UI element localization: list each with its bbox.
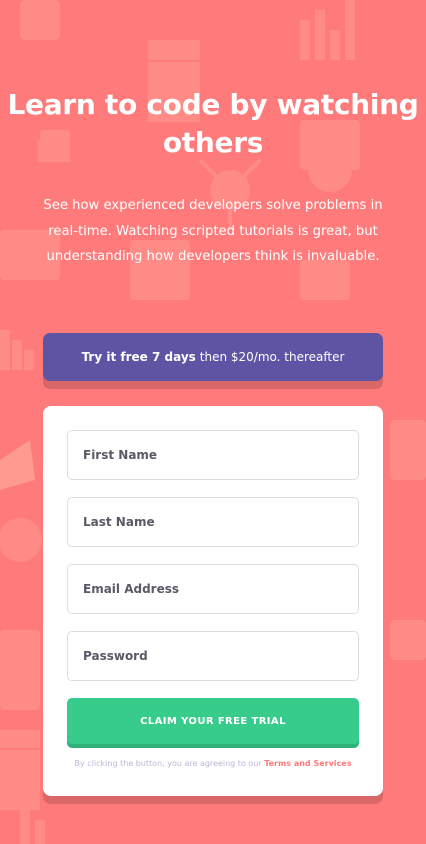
page-description: See how experienced developers solve pro… <box>43 198 383 264</box>
claim-free-trial-button[interactable]: CLAIM YOUR FREE TRIAL <box>67 698 359 744</box>
trial-offer-bold: Try it free 7 days <box>81 350 196 364</box>
last-name-field[interactable] <box>67 497 359 547</box>
page-title: Learn to code by watching others <box>7 88 419 159</box>
terms-text: By clicking the button, you are agreeing… <box>74 759 262 768</box>
signup-form: CLAIM YOUR FREE TRIAL By clicking the bu… <box>43 406 383 796</box>
first-name-field[interactable] <box>67 430 359 480</box>
free-trial-banner: Try it free 7 days then $20/mo. thereaft… <box>43 333 383 381</box>
email-field[interactable] <box>67 564 359 614</box>
terms-notice: By clicking the button, you are agreeing… <box>43 759 383 768</box>
terms-link[interactable]: Terms and Services <box>264 759 351 768</box>
password-field[interactable] <box>67 631 359 681</box>
trial-offer-text: then $20/mo. thereafter <box>199 350 345 364</box>
